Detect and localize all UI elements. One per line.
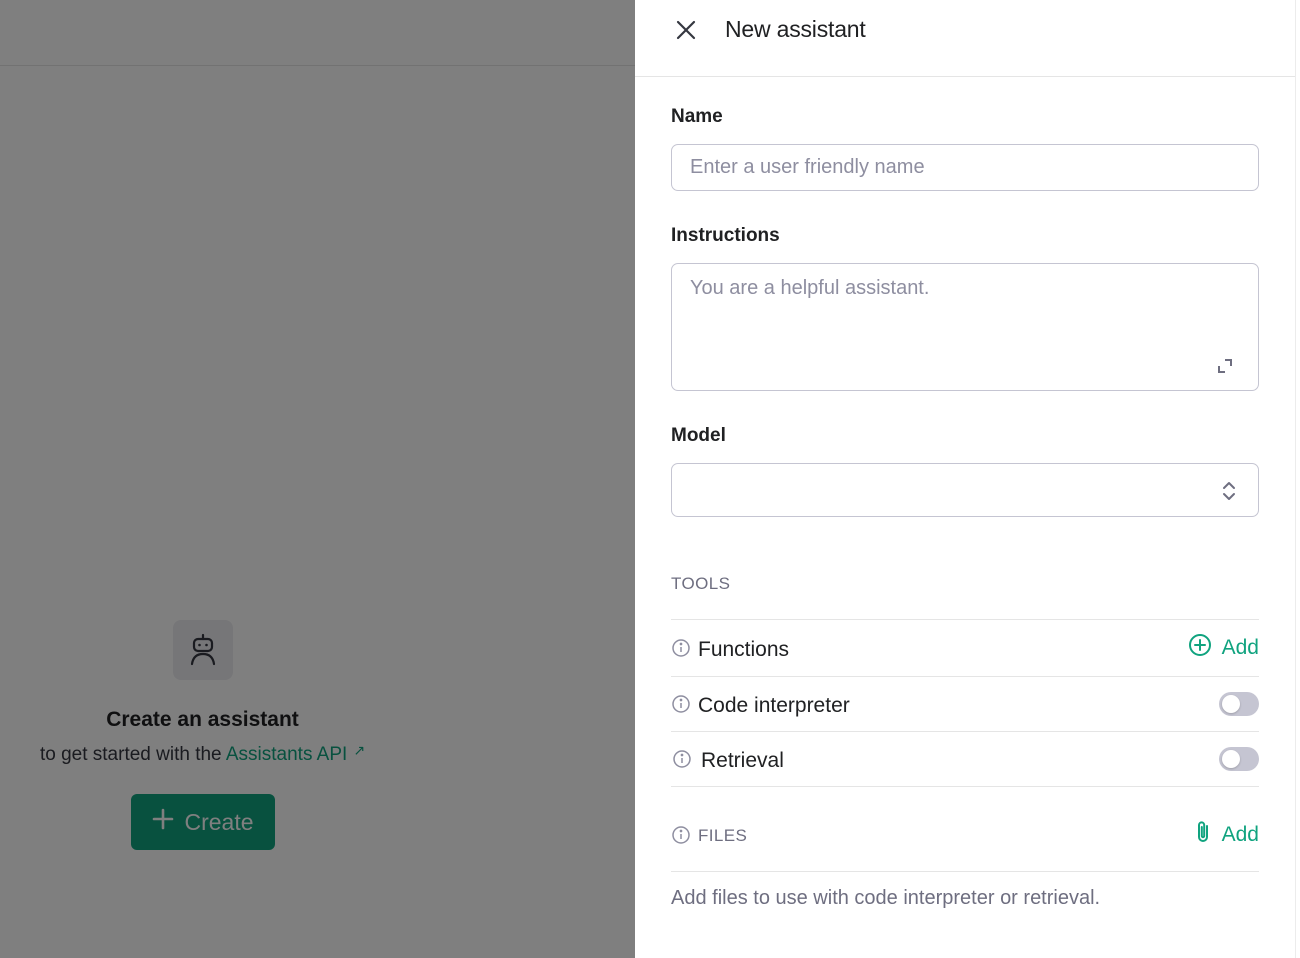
paperclip-icon — [1194, 819, 1212, 851]
drawer-title: New assistant — [725, 16, 866, 42]
files-heading: FILES — [698, 826, 748, 845]
drawer-header: New assistant — [635, 0, 1295, 77]
modal-backdrop[interactable] — [0, 0, 635, 958]
name-input[interactable] — [671, 144, 1259, 191]
toggle-knob — [1222, 695, 1240, 713]
info-icon[interactable] — [671, 825, 691, 845]
divider — [671, 619, 1259, 620]
model-select[interactable] — [671, 463, 1259, 517]
tools-heading: TOOLS — [671, 574, 731, 593]
close-icon — [673, 20, 699, 46]
divider — [671, 786, 1259, 787]
add-files-label[interactable]: Add — [1222, 823, 1259, 847]
retrieval-toggle[interactable] — [1219, 747, 1259, 771]
scrollbar-track[interactable] — [1295, 0, 1300, 958]
functions-label: Functions — [698, 638, 790, 661]
divider — [671, 731, 1259, 732]
retrieval-label: Retrieval — [701, 749, 784, 772]
instructions-textarea[interactable] — [671, 263, 1259, 391]
code-interpreter-toggle[interactable] — [1219, 692, 1259, 716]
toggle-knob — [1222, 750, 1240, 768]
add-function-button[interactable]: Add — [1188, 633, 1259, 663]
add-files-button[interactable]: Add — [1194, 820, 1259, 850]
info-icon[interactable] — [672, 749, 692, 769]
name-label: Name — [671, 106, 723, 127]
plus-circle-icon — [1188, 633, 1212, 663]
instructions-label: Instructions — [671, 225, 780, 246]
tool-row-code-interpreter: Code interpreter — [671, 684, 1259, 724]
files-help-text: Add files to use with code interpreter o… — [671, 887, 1101, 909]
code-interpreter-label: Code interpreter — [698, 694, 850, 717]
files-row: FILES Add — [671, 815, 1259, 855]
tool-row-retrieval: Retrieval — [671, 739, 1259, 779]
model-label: Model — [671, 425, 726, 446]
close-button[interactable] — [673, 17, 699, 43]
tool-row-functions: Functions Add — [671, 628, 1259, 668]
new-assistant-drawer: New assistant Name Instructions Model TO… — [635, 0, 1295, 958]
info-icon[interactable] — [671, 694, 691, 714]
divider — [671, 871, 1259, 872]
chevron-up-down-icon — [1220, 480, 1238, 502]
expand-icon[interactable] — [1216, 357, 1234, 375]
divider — [671, 676, 1259, 677]
add-function-label[interactable]: Add — [1222, 636, 1259, 660]
info-icon[interactable] — [671, 638, 691, 658]
